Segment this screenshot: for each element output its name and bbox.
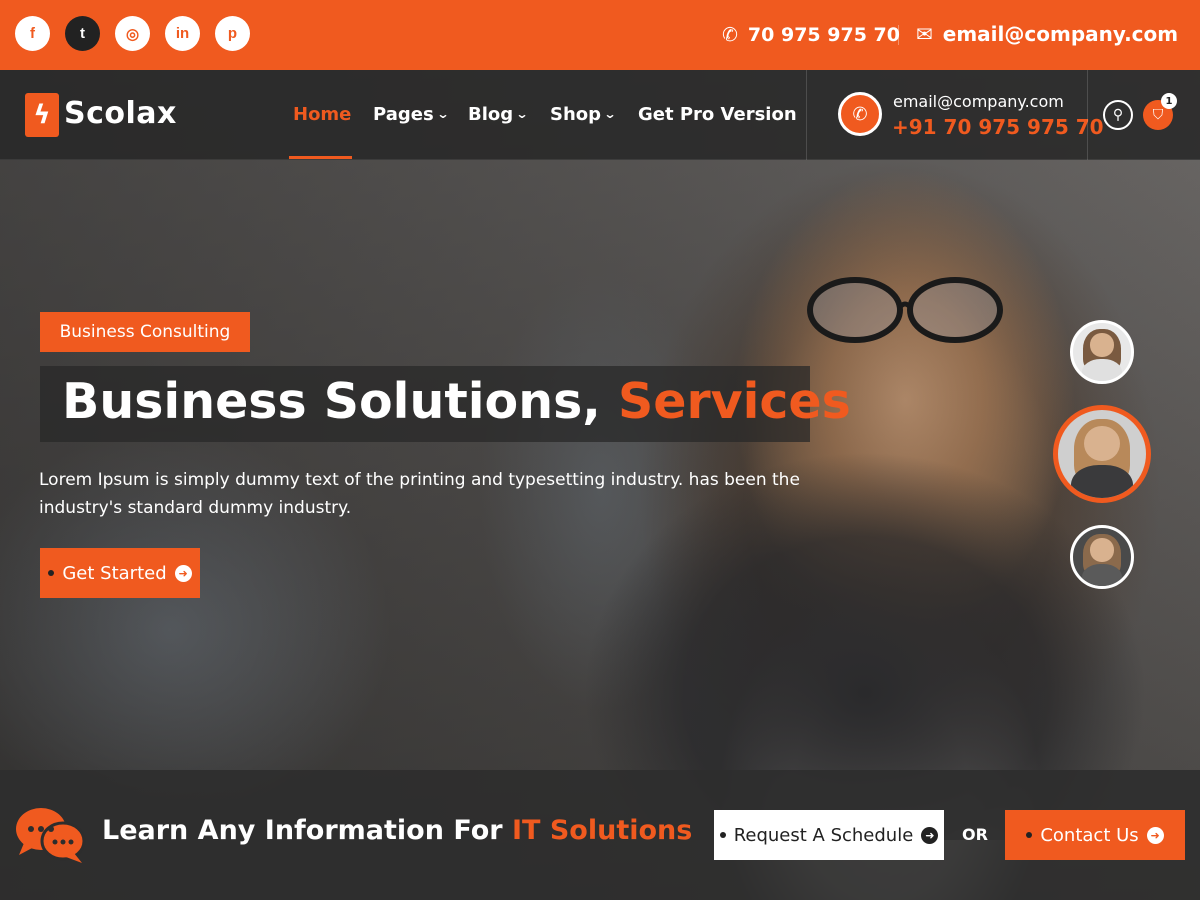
bullet-icon <box>48 570 55 576</box>
request-schedule-button[interactable]: Request A Schedule ➜ <box>714 810 944 860</box>
get-started-button[interactable]: Get Started ➜ <box>40 548 200 598</box>
get-started-label: Get Started <box>62 562 167 584</box>
twitter-icon[interactable]: t <box>65 16 100 51</box>
nav-divider-right <box>1087 70 1088 160</box>
request-schedule-label: Request A Schedule <box>733 824 914 846</box>
hero-headline: Business Solutions, Services <box>62 373 851 430</box>
thumbnail-body <box>1081 563 1123 586</box>
bullet-icon <box>719 832 726 838</box>
arrow-right-icon: ➜ <box>174 564 192 582</box>
slide-thumbnail-2[interactable] <box>1053 405 1151 503</box>
top-phone[interactable]: ✆ 70 975 975 70 <box>722 20 900 50</box>
nav-shop[interactable]: Shop ⌄ <box>550 101 617 127</box>
pinterest-icon[interactable]: p <box>215 16 250 51</box>
bullet-icon <box>1026 832 1033 838</box>
chat-bubbles-icon <box>16 808 86 863</box>
nav-pages[interactable]: Pages ⌄ <box>373 101 450 127</box>
bottom-heading-main: Learn Any Information For <box>102 815 512 846</box>
bottom-heading: Learn Any Information For IT Solutions <box>102 815 692 846</box>
nav-blog-label: Blog <box>468 103 514 125</box>
slide-thumbnail-3[interactable] <box>1070 525 1134 589</box>
thumbnail-face <box>1084 425 1120 462</box>
top-phone-number: 70 975 975 70 <box>747 24 900 46</box>
nav-pages-label: Pages <box>373 103 434 125</box>
hero-headline-accent: Services <box>617 373 851 430</box>
hero-headline-main: Business Solutions, <box>62 373 618 430</box>
nav-contact-email[interactable]: email@company.com <box>893 92 1064 111</box>
nav-contact-phone[interactable]: +91 70 975 975 70 <box>892 115 1104 139</box>
thumbnail-face <box>1090 538 1114 562</box>
nav-divider-left <box>806 70 807 160</box>
chevron-down-icon: ⌄ <box>515 107 529 121</box>
nav-home-label: Home <box>293 103 352 125</box>
bottom-heading-accent: IT Solutions <box>511 815 693 846</box>
nav-home[interactable]: Home <box>293 101 351 127</box>
slide-thumbnail-1[interactable] <box>1070 320 1134 384</box>
top-separator <box>898 25 899 45</box>
chevron-down-icon: ⌄ <box>436 107 450 121</box>
top-email-address: email@company.com <box>942 22 1179 46</box>
nav-blog[interactable]: Blog ⌄ <box>468 101 529 127</box>
logo-text[interactable]: Scolax <box>64 96 177 131</box>
nav-get-pro-label: Get Pro Version <box>638 103 797 125</box>
top-email[interactable]: ✉ email@company.com <box>916 18 1178 50</box>
contact-us-label: Contact Us <box>1040 824 1139 846</box>
chevron-down-icon: ⌄ <box>603 107 617 121</box>
hero-tagline: Business Consulting <box>40 312 250 352</box>
thumbnail-body <box>1071 464 1133 498</box>
arrow-right-icon: ➜ <box>1146 826 1164 844</box>
phone-icon: ✆ <box>722 24 738 46</box>
linkedin-icon[interactable]: in <box>165 16 200 51</box>
search-icon[interactable]: ⚲ <box>1103 100 1133 130</box>
contact-us-button[interactable]: Contact Us ➜ <box>1005 810 1185 860</box>
nav-active-indicator <box>289 156 352 159</box>
arrow-right-icon: ➜ <box>921 826 939 844</box>
hero-description: Lorem Ipsum is simply dummy text of the … <box>39 470 800 518</box>
top-bar: f t ◎ in p ✆ 70 975 975 70 ✉ email@compa… <box>0 0 1200 70</box>
hero-figure-glasses <box>807 277 1003 343</box>
instagram-icon[interactable]: ◎ <box>115 16 150 51</box>
cart-count-badge: 1 <box>1161 93 1177 109</box>
nav-shop-label: Shop <box>550 103 602 125</box>
envelope-icon: ✉ <box>916 22 933 46</box>
thumbnail-body <box>1081 358 1123 381</box>
thumbnail-face <box>1090 333 1114 357</box>
or-separator: OR <box>962 825 988 844</box>
phone-icon: ✆ <box>838 92 882 136</box>
nav-get-pro[interactable]: Get Pro Version <box>638 101 797 127</box>
logo-icon[interactable]: ϟ <box>25 93 59 137</box>
facebook-icon[interactable]: f <box>15 16 50 51</box>
